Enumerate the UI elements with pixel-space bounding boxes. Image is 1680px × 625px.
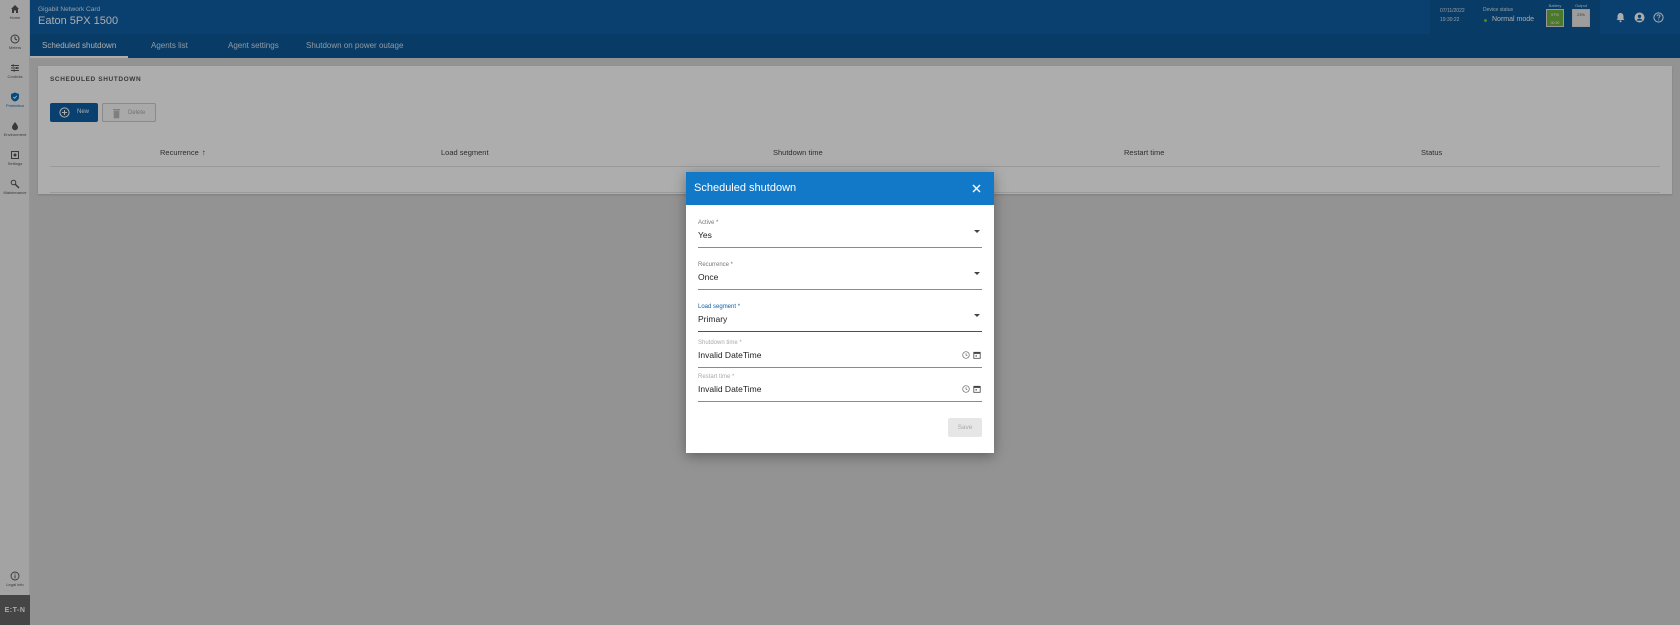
active-value: Yes [698, 230, 712, 240]
dialog-title: Scheduled shutdown [694, 182, 797, 194]
scheduled-shutdown-dialog: Scheduled shutdown Active * Yes Recurren… [686, 172, 994, 453]
restart-time-field[interactable]: Restart time * Invalid DateTime [698, 374, 982, 402]
recurrence-label: Recurrence * [698, 262, 734, 268]
chevron-down-icon [974, 230, 980, 233]
restart-time-label: Restart time * [698, 374, 735, 380]
save-button[interactable]: Save [948, 418, 982, 437]
calendar-icon[interactable] [973, 351, 981, 359]
restart-time-value: Invalid DateTime [698, 384, 762, 394]
clock-icon[interactable] [962, 385, 970, 393]
chevron-down-icon [974, 314, 980, 317]
shutdown-time-field[interactable]: Shutdown time * Invalid DateTime [698, 340, 982, 368]
recurrence-value: Once [698, 272, 719, 282]
dialog-header: Scheduled shutdown [686, 172, 994, 205]
shutdown-time-label: Shutdown time * [698, 340, 742, 346]
close-icon[interactable] [971, 183, 982, 194]
load-segment-select[interactable]: Load segment * Primary [698, 304, 982, 332]
active-select[interactable]: Active * Yes [698, 220, 982, 248]
shutdown-time-value: Invalid DateTime [698, 350, 762, 360]
load-segment-value: Primary [698, 314, 728, 324]
chevron-down-icon [974, 272, 980, 275]
recurrence-select[interactable]: Recurrence * Once [698, 262, 982, 290]
load-segment-label: Load segment * [698, 304, 741, 310]
calendar-icon[interactable] [973, 385, 981, 393]
active-label: Active * [698, 220, 719, 226]
clock-icon[interactable] [962, 351, 970, 359]
